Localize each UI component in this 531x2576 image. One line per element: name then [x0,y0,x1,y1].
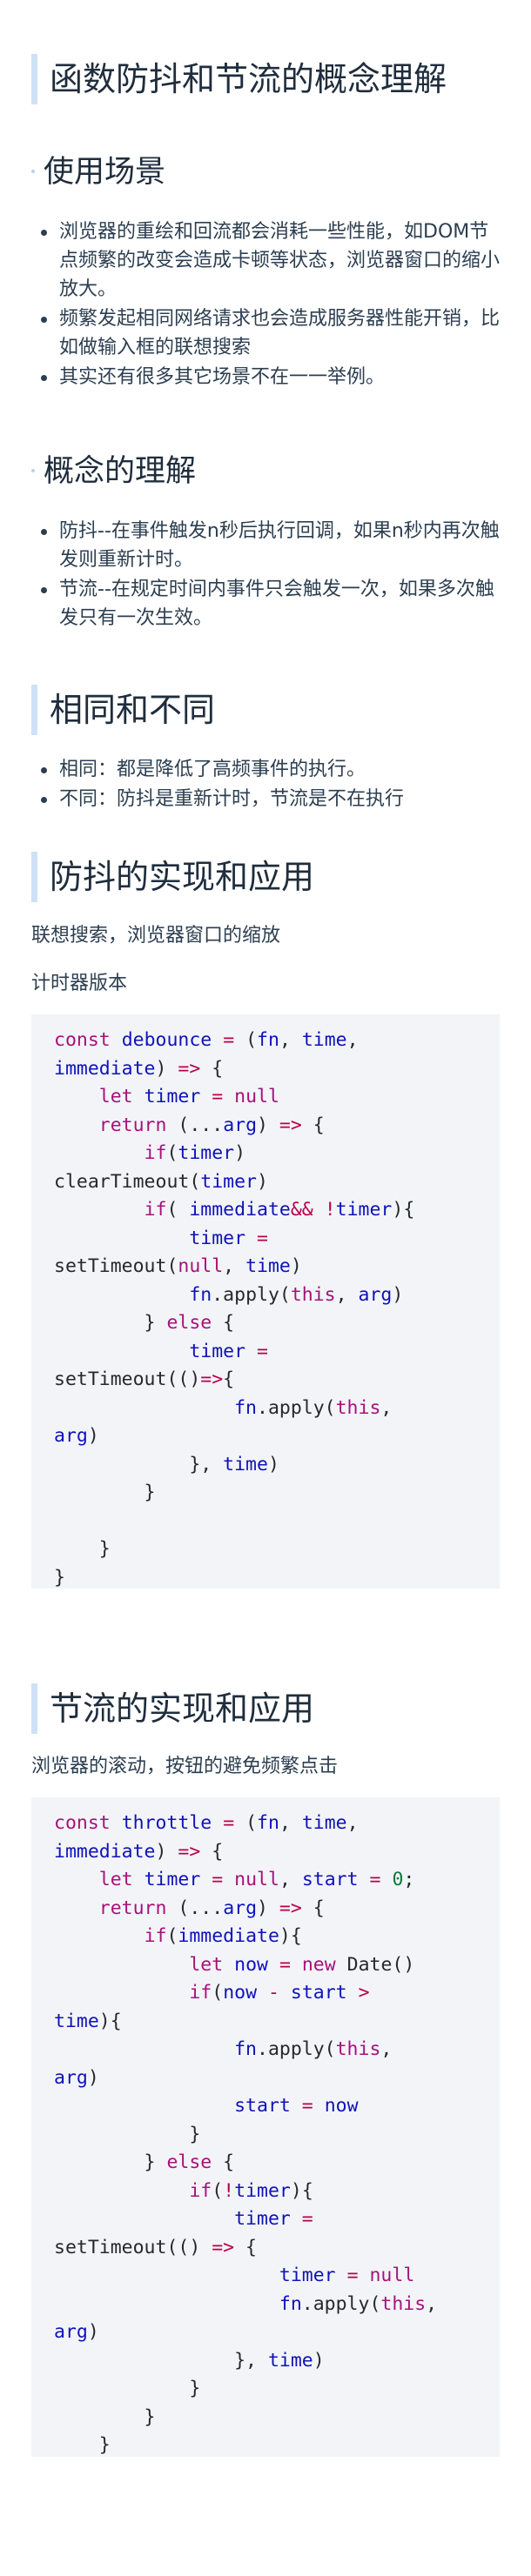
debounce-version-text: 计时器版本 [31,973,128,994]
list-item: 频繁发起相同网络请求也会造成服务器性能开销，比如做输入框的联想搜索 [41,304,500,362]
throttle-code-block: const throttle = (fn, time, immediate) =… [31,1797,500,2457]
list-item: 浏览器的重绘和回流都会消耗一些性能，如DOM节点频繁的改变会造成卡顿等状态，浏览… [41,217,500,304]
section-heading-concepts: 概念的理解 [31,450,500,493]
article: 函数防抖和节流的概念理解 使用场景 浏览器的重绘和回流都会消耗一些性能，如DOM… [0,0,531,2576]
heading-text: 概念的理解 [44,454,197,489]
list-item: 相同：都是降低了高频事件的执行。 [41,755,500,784]
debounce-usage-text: 联想搜索，浏览器窗口的缩放 [31,925,281,947]
section-heading-scenarios: 使用场景 [31,151,500,194]
compare-list: 相同：都是降低了高频事件的执行。 不同：防抖是重新计时，节流是不在执行 [31,755,500,814]
heading-marker [31,170,35,173]
debounce-code-block: const debounce = (fn, time, immediate) =… [31,1014,500,1589]
section-heading-throttle: 节流的实现和应用 [31,1683,500,1734]
section-heading-compare: 相同和不同 [31,685,500,735]
list-item: 节流--在规定时间内事件只会触发一次，如果多次触发只有一次生效。 [41,575,500,632]
list-item: 不同：防抖是重新计时，节流是不在执行 [41,785,500,813]
section-heading-debounce: 防抖的实现和应用 [31,852,500,902]
throttle-usage-text: 浏览器的滚动，按钮的避免频繁点击 [31,1756,339,1777]
heading-marker [31,469,35,472]
page-title: 函数防抖和节流的概念理解 [31,54,500,104]
concepts-list: 防抖--在事件触发n秒后执行回调，如果n秒内再次触发则重新计时。 节流--在规定… [31,517,500,633]
heading-text: 使用场景 [44,155,166,190]
scenarios-list: 浏览器的重绘和回流都会消耗一些性能，如DOM节点频繁的改变会造成卡顿等状态，浏览… [31,217,500,392]
list-item: 其实还有很多其它场景不在一一举例。 [41,363,500,391]
list-item: 防抖--在事件触发n秒后执行回调，如果n秒内再次触发则重新计时。 [41,517,500,574]
